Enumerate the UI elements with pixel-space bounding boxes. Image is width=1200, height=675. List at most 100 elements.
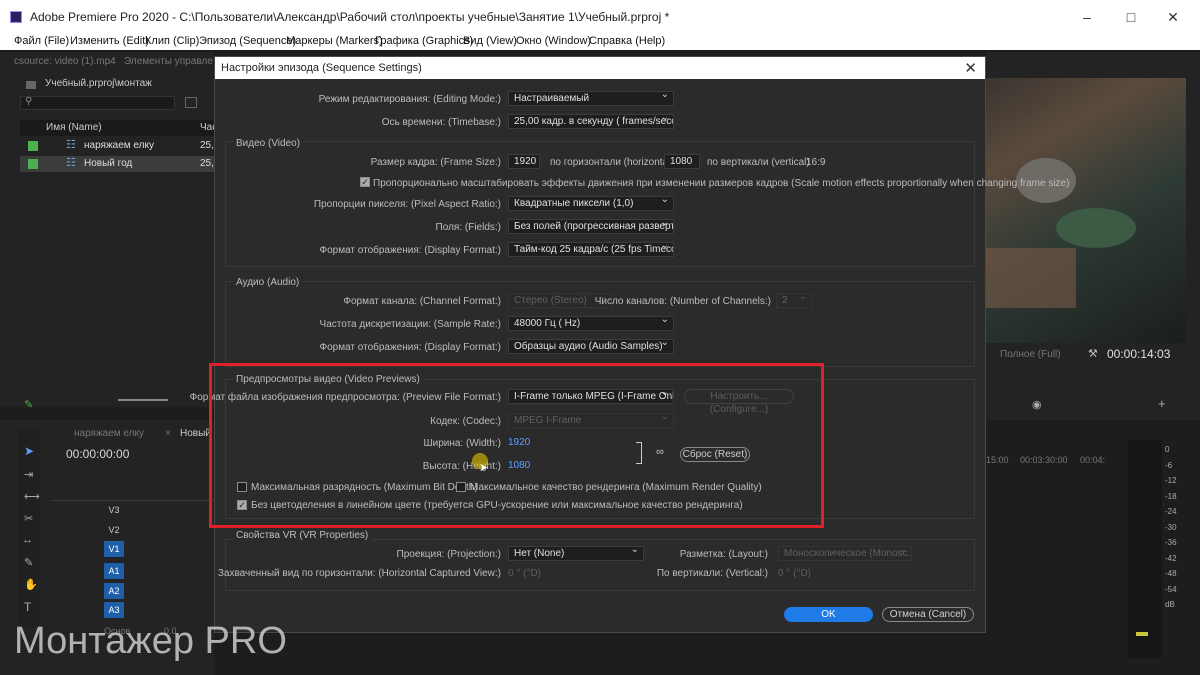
sample-rate-select[interactable]: 48000 Гц ( Hz) (508, 316, 674, 331)
menu-help[interactable]: Справка (Help) (589, 35, 665, 47)
pixel-aspect-label: Пропорции пикселя: (Pixel Aspect Ratio:) (313, 199, 501, 210)
layout-select[interactable]: Моноскопическое (Monosc... (778, 546, 912, 561)
item-rate: 25, (200, 158, 214, 169)
horizontal-captured-view-label: Захваченный вид по горизонтали: (Horizon… (217, 568, 501, 579)
ok-button[interactable]: OK (784, 607, 873, 622)
dialog-header: Настройки эпизода (Sequence Settings) ✕ (215, 57, 985, 79)
track-select-tool-icon[interactable]: ⇥ (24, 468, 33, 481)
close-tab-icon[interactable]: × (165, 428, 171, 439)
cancel-button[interactable]: Отмена (Cancel) (882, 607, 974, 622)
project-list-header: Имя (Name) Час (20, 120, 217, 136)
window-title: Adobe Premiere Pro 2020 - C:\Пользовател… (30, 10, 670, 24)
track-a3[interactable]: A3 (104, 602, 124, 618)
fields-select[interactable]: Без полей (прогрессивная развертка) (508, 219, 674, 234)
pencil-icon[interactable]: ✎ (24, 398, 33, 411)
audio-display-format-label: Формат отображения: (Display Format:) (319, 342, 501, 353)
audio-display-format-select[interactable]: Образцы аудио (Audio Samples) (508, 339, 674, 354)
minimize-button[interactable]: – (1077, 8, 1097, 26)
number-of-channels-select[interactable]: 2 (776, 293, 812, 308)
menu-sequence[interactable]: Эпизод (Sequence) (199, 35, 296, 47)
editing-mode-select[interactable]: Настраиваемый (508, 91, 674, 106)
channel-format-label: Формат канала: (Channel Format:) (343, 296, 501, 307)
title-bar: Adobe Premiere Pro 2020 - C:\Пользовател… (0, 0, 1200, 34)
tab-source[interactable]: сsource: video (1).mp4 (14, 56, 116, 67)
meter-level-bar (1136, 632, 1148, 636)
zoom-slider[interactable] (118, 399, 168, 401)
sequence-icon: ☷ (66, 139, 76, 151)
add-button-icon[interactable]: + (1158, 396, 1166, 411)
track-a1[interactable]: A1 (104, 563, 124, 579)
program-monitor-preview-image (986, 78, 1186, 343)
sequence-settings-dialog: Настройки эпизода (Sequence Settings) ✕ … (190, 56, 1069, 633)
frame-height-input[interactable]: 1080 (664, 154, 700, 169)
vertical-captured-view-label: По вертикали: (Vertical:) (656, 568, 768, 579)
annotation-highlight-box (209, 363, 824, 528)
timeline-timecode[interactable]: 00:00:00:00 (66, 447, 129, 461)
list-item[interactable]: ☷ наряжаем елку 25, (20, 138, 214, 154)
new-bin-icon[interactable] (185, 97, 197, 108)
list-item[interactable]: ☷ Новый год 25, (20, 156, 214, 172)
video-display-format-select[interactable]: Тайм-код 25 кадра/с (25 fps Timeco... (508, 242, 674, 257)
editing-mode-label: Режим редактирования: (Editing Mode:) (318, 94, 501, 105)
track-v3[interactable]: V3 (104, 502, 124, 518)
menu-markers[interactable]: Маркеры (Markers) (286, 35, 383, 47)
type-tool-icon[interactable]: T (24, 600, 31, 614)
label-color-swatch (28, 141, 38, 151)
folder-icon (26, 81, 36, 89)
frame-width-input[interactable]: 1920 (508, 154, 540, 169)
label-color-swatch (28, 159, 38, 169)
menu-bar: Файл (File) Изменить (Edit) Клип (Clip) … (0, 34, 1200, 50)
divider (52, 500, 214, 501)
projection-select[interactable]: Нет (None) (508, 546, 644, 561)
menu-edit[interactable]: Изменить (Edit) (70, 35, 149, 47)
menu-clip[interactable]: Клип (Clip) (145, 35, 199, 47)
ripple-edit-tool-icon[interactable]: ⟷ (24, 490, 40, 503)
track-a2[interactable]: A2 (104, 583, 124, 599)
menu-graphics[interactable]: Графика (Graphics) (375, 35, 473, 47)
horizontal-captured-view-value[interactable]: 0 ° (°D) (508, 568, 541, 579)
project-search-input[interactable]: ⚲ (20, 96, 175, 110)
audio-section-title: Аудио (Audio) (233, 277, 303, 288)
vr-section-title: Свойства VR (VR Properties) (233, 530, 372, 541)
tab-timeline-1[interactable]: наряжаем елку (74, 428, 144, 439)
number-of-channels-label: Число каналов: (Number of Channels:) (594, 296, 771, 307)
image-twine (986, 248, 1076, 308)
close-window-button[interactable]: ✕ (1163, 8, 1183, 26)
track-v1[interactable]: V1 (104, 541, 124, 557)
horizontal-label: по горизонтали (horizontal) (550, 157, 674, 168)
scale-motion-checkbox[interactable]: ✓ (360, 177, 370, 187)
column-name[interactable]: Имя (Name) (46, 122, 102, 133)
video-section-title: Видео (Video) (233, 138, 304, 149)
vertical-captured-view-value[interactable]: 0 ° (°D) (778, 568, 811, 579)
menu-view[interactable]: Вид (View) (463, 35, 517, 47)
project-panel: сsource: video (1).mp4 Элементы управле … (0, 52, 217, 411)
watermark: Монтажер PRO (14, 620, 287, 662)
selection-tool-icon[interactable]: ➤ (24, 444, 34, 458)
timebase-select[interactable]: 25,00 кадр. в секунду ( frames/seco... (508, 114, 674, 129)
menu-window[interactable]: Окно (Window) (516, 35, 591, 47)
menu-file[interactable]: Файл (File) (14, 35, 69, 47)
track-v2[interactable]: V2 (104, 522, 124, 538)
export-frame-icon[interactable]: ◉ (1032, 398, 1042, 411)
tab-effect-controls[interactable]: Элементы управле (124, 56, 213, 67)
dialog-close-icon[interactable]: ✕ (964, 59, 977, 77)
image-ribbon-spool (1056, 208, 1136, 248)
sequence-icon: ☷ (66, 157, 76, 169)
scale-motion-label: Пропорционально масштабировать эффекты д… (373, 178, 1070, 189)
program-timecode[interactable]: 00:00:14:03 (1107, 347, 1170, 361)
pixel-aspect-select[interactable]: Квадратные пиксели (1,0) (508, 196, 674, 211)
search-icon: ⚲ (25, 96, 33, 107)
premiere-logo-icon (10, 11, 22, 23)
item-rate: 25, (200, 140, 214, 151)
playback-resolution-select[interactable]: Полное (Full) (1000, 349, 1061, 360)
audio-meter (1128, 440, 1162, 658)
vertical-label: по вертикали (vertical) (707, 157, 810, 168)
slip-tool-icon[interactable]: ↔ (22, 534, 33, 546)
wrench-icon[interactable]: ⚒ (1088, 347, 1098, 360)
ruler-label: 00:03:30:00 (1020, 455, 1068, 465)
hand-tool-icon[interactable]: ✋ (24, 578, 38, 591)
maximize-button[interactable]: □ (1121, 8, 1141, 26)
razor-tool-icon[interactable]: ✂ (24, 512, 33, 525)
tab-timeline-2[interactable]: Новый (180, 428, 211, 439)
pen-tool-icon[interactable]: ✎ (24, 556, 33, 569)
